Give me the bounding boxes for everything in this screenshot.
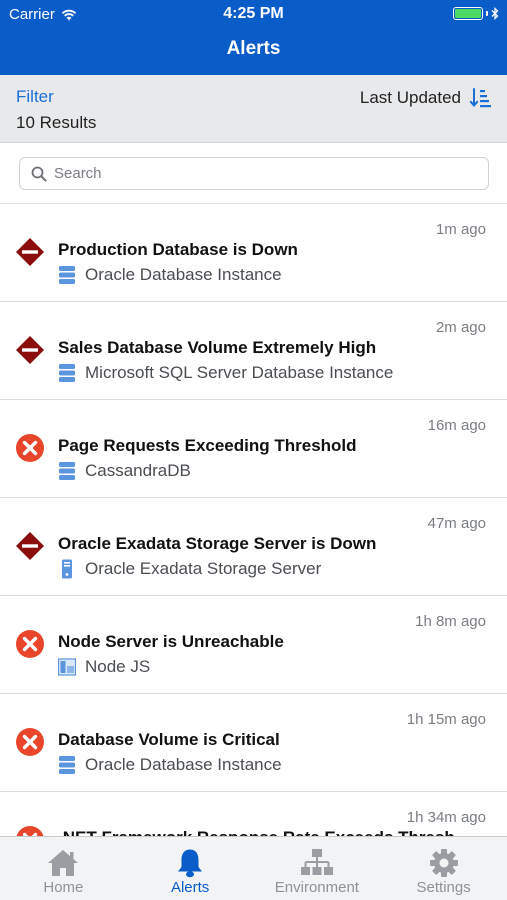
alert-time: 1h 8m ago [415,613,486,630]
alert-target: Oracle Database Instance [58,265,282,285]
tab-settings[interactable]: Settings [380,837,507,900]
search-section [0,143,507,204]
tab-label: Environment [274,879,359,896]
critical-severity-icon [16,630,44,658]
alert-target: Microsoft SQL Server Database Instance [58,363,393,383]
bell-icon [178,849,203,878]
hierarchy-icon [300,849,333,875]
filter-button[interactable]: Filter [16,87,54,107]
alert-time: 1m ago [435,221,486,238]
bluetooth-icon [491,7,499,20]
alert-title: .NET Framework Response Rate Exceeds Thr… [58,828,455,836]
alert-time: 47m ago [427,515,486,532]
storage-server-icon [62,559,72,579]
alert-row[interactable]: 1h 8m ago Node Server is Unreachable Nod… [0,596,507,694]
battery-icon [453,7,483,20]
alert-row[interactable]: 47m ago Oracle Exadata Storage Server is… [0,498,507,596]
database-icon [59,266,75,284]
alert-title: Production Database is Down [58,240,298,259]
alert-row[interactable]: 2m ago Sales Database Volume Extremely H… [0,302,507,400]
tab-label: Settings [416,879,471,896]
alert-target-name: Microsoft SQL Server Database Instance [85,363,394,382]
alert-target: Node JS [58,657,150,677]
results-count: 10 Results [16,113,97,132]
alert-row[interactable]: 1m ago Production Database is Down Oracl… [0,204,507,302]
alert-target-name: Oracle Database Instance [85,265,282,284]
tab-label: Home [43,879,84,896]
database-icon [59,364,75,382]
alert-time: 1h 15m ago [406,711,486,728]
alert-target-name: Oracle Database Instance [85,755,282,774]
alert-target-name: Oracle Exadata Storage Server [85,559,322,578]
alert-title: Sales Database Volume Extremely High [58,338,377,357]
sort-button[interactable]: Last Updated [360,86,493,110]
fatal-severity-icon [16,238,44,266]
critical-severity-icon [16,826,44,836]
search-icon [31,166,47,181]
tab-label: Alerts [170,879,210,896]
alert-target: Oracle Exadata Storage Server [58,559,321,579]
sort-descending-icon [469,88,491,108]
fatal-severity-icon [16,532,44,560]
alert-row[interactable]: 1h 34m ago .NET Framework Response Rate … [0,792,507,836]
tab-home[interactable]: Home [0,837,127,900]
alert-target: CassandraDB [58,461,191,481]
critical-severity-icon [16,434,44,462]
search-box[interactable] [19,157,489,190]
alert-list: 1m ago Production Database is Down Oracl… [0,204,507,836]
home-icon [48,850,79,876]
alert-time: 1h 34m ago [406,809,486,826]
server-app-icon [58,658,76,676]
alert-time: 2m ago [435,319,486,336]
alert-title: Page Requests Exceeding Threshold [58,436,357,455]
page-title: Alerts [226,38,281,59]
critical-severity-icon [16,728,44,756]
top-bar: Carrier 4:25 PM Alerts [0,0,507,75]
search-input[interactable] [54,165,474,182]
alert-target-name: CassandraDB [85,461,191,480]
status-bar: Carrier 4:25 PM [0,0,507,28]
fatal-severity-icon [16,336,44,364]
database-icon [59,462,75,480]
gear-icon [429,849,458,877]
alert-title: Database Volume is Critical [58,730,280,749]
tab-bar: Home Alerts Environment Settings [0,836,507,900]
filter-bar: Filter 10 Results Last Updated [0,75,507,143]
status-time: 4:25 PM [223,5,284,22]
alert-title: Oracle Exadata Storage Server is Down [58,534,377,553]
alert-target-name: Node JS [85,657,151,676]
alert-title: Node Server is Unreachable [58,632,284,651]
alert-row[interactable]: 16m ago Page Requests Exceeding Threshol… [0,400,507,498]
tab-environment[interactable]: Environment [254,837,381,900]
alert-row[interactable]: 1h 15m ago Database Volume is Critical O… [0,694,507,792]
alert-time: 16m ago [427,417,486,434]
tab-alerts[interactable]: Alerts [127,837,254,900]
alert-target: Oracle Database Instance [58,755,282,775]
database-icon [59,756,75,774]
sort-label: Last Updated [359,88,461,107]
battery-indicator [453,7,499,20]
alerts-screen: Carrier 4:25 PM Alerts Filter 10 Results… [0,0,507,900]
